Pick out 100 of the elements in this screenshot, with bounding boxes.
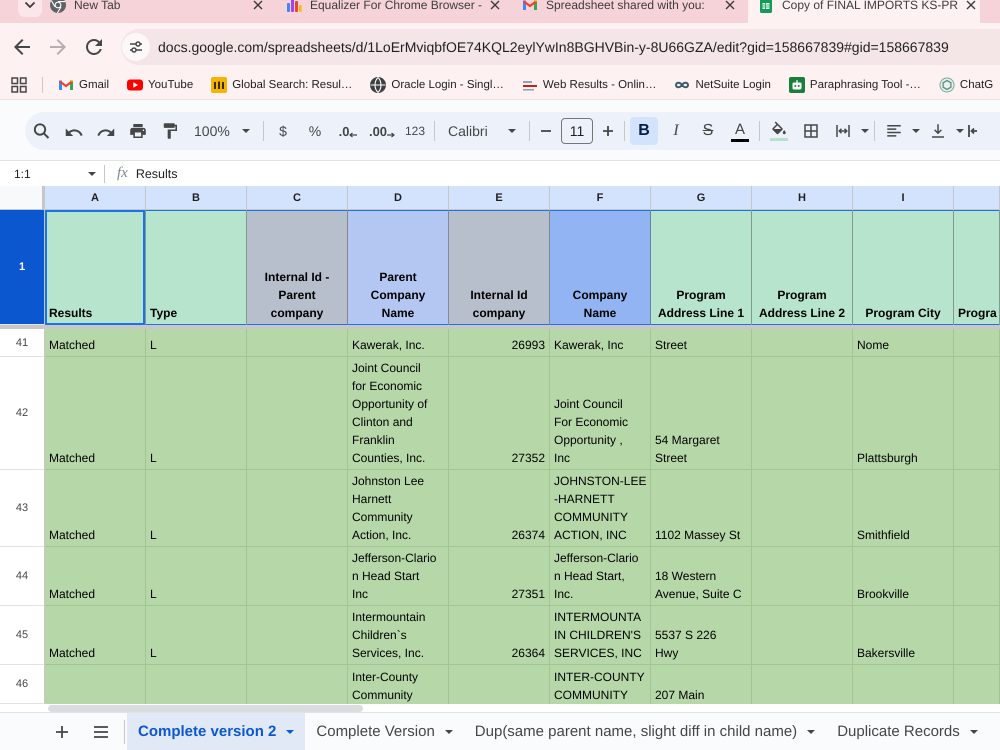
table-cell: 18 Western Avenue, Suite C (651, 547, 752, 606)
tile-icon (211, 76, 228, 92)
sheet-tab[interactable]: Complete Version (305, 713, 464, 750)
close-icon[interactable] (490, 0, 500, 10)
italic-button[interactable]: I (662, 117, 690, 145)
zoom-dropdown[interactable]: 100% (188, 117, 258, 145)
column-header[interactable]: F (550, 186, 651, 209)
column-header[interactable]: H (752, 186, 853, 209)
row-header[interactable]: 45 (0, 606, 45, 665)
column-header[interactable]: C (247, 186, 348, 209)
formula-input[interactable]: Results (136, 166, 178, 180)
caret-icon[interactable] (286, 730, 294, 734)
font-dropdown[interactable]: Calibri (440, 117, 524, 145)
close-icon[interactable] (725, 0, 735, 10)
table-cell: Bakersville (853, 606, 954, 665)
increase-decimal-button[interactable]: .00 (367, 117, 397, 145)
header-cell: Program Address Line 1 (651, 210, 752, 325)
table-cell: Matched (45, 470, 146, 547)
table-cell: INTER-COUNTY COMMUNITY (550, 665, 651, 704)
play-icon (127, 76, 144, 92)
browser-tab[interactable]: Spreadsheet shared with you: (512, 0, 744, 23)
tune-icon[interactable] (122, 32, 150, 60)
header-cell: Program City (853, 210, 954, 325)
caret-icon[interactable] (807, 730, 816, 734)
column-header[interactable]: E (449, 186, 550, 209)
table-cell: Intermountain Children`s Services, Inc. (348, 606, 449, 665)
scrollbar[interactable] (48, 704, 363, 712)
sheet-tab[interactable]: Dup(same parent name, slight diff in child name) (464, 713, 826, 750)
font-size-field[interactable]: 11 (561, 118, 593, 144)
close-icon[interactable] (253, 0, 263, 10)
caret-icon[interactable] (242, 129, 250, 133)
strikethrough-button[interactable]: S (694, 117, 722, 145)
column-header[interactable]: G (651, 186, 752, 209)
row-header[interactable]: 1 (0, 210, 45, 325)
close-icon[interactable] (966, 0, 976, 10)
currency-button[interactable]: $ (269, 117, 297, 145)
table-cell: Street (651, 329, 752, 357)
wrap-icon[interactable] (968, 122, 978, 140)
header-cell: Program Address Line 2 (752, 210, 853, 325)
bookmark-link[interactable]: Gmail (58, 76, 110, 92)
tab-list-button[interactable] (18, 0, 42, 17)
sheet-tab[interactable]: Duplicate Records (826, 713, 989, 750)
table-cell: Johnston Lee Harnett Community Action, Inc. (348, 470, 449, 547)
caret-icon[interactable] (861, 129, 869, 133)
browser-tab[interactable]: New Tab (40, 0, 272, 23)
table-cell: Matched (45, 357, 146, 470)
caret-icon[interactable] (970, 730, 978, 734)
column-header[interactable]: I (853, 186, 954, 209)
percent-button[interactable]: % (301, 117, 329, 145)
bookmark-link[interactable]: Web Results - Onlin… (522, 76, 656, 92)
table-cell: 26374 (449, 470, 550, 547)
bookmark-link[interactable]: Global Search: Resul… (211, 76, 352, 92)
table-cell: Kawerak, Inc (550, 329, 651, 357)
table-cell: Nome (853, 329, 954, 357)
header-cell: Internal Id - Parent company (247, 210, 348, 325)
browser-tab[interactable]: Equalizer For Chrome Browser - (276, 0, 508, 23)
address-bar[interactable]: docs.google.com/spreadsheets/d/1LoErMviqbfOE74KQL2eylYwIn8BGHVBin-y-8U66GZA/edit?gid=158667839#gid=158667839 (121, 28, 1000, 64)
table-cell: Jefferson-Clario n Head Start, Inc. (550, 547, 651, 606)
caret-icon[interactable] (444, 730, 453, 734)
caret-icon[interactable] (956, 129, 964, 133)
arrow-right-icon (387, 132, 396, 138)
caret-icon[interactable] (508, 129, 516, 133)
name-box[interactable]: 1:1 (8, 162, 104, 186)
decrease-decimal-button[interactable]: .0 (333, 117, 363, 145)
bookmark-link[interactable]: YouTube (127, 76, 194, 92)
bars-icon (286, 0, 302, 13)
table-cell: Plattsburgh (853, 357, 954, 470)
text-color-button[interactable]: A (726, 117, 754, 145)
number-format-button[interactable]: 123 (401, 117, 429, 145)
bookmark-link[interactable]: Oracle Login - Singl… (370, 76, 504, 92)
row-header[interactable]: 42 (0, 357, 45, 470)
formula-label: fx (117, 165, 128, 182)
table-cell: Joint Council for Economic Opportunity of Clinton and Franklin Counties, Inc. (348, 357, 449, 470)
apps-icon[interactable] (11, 76, 27, 92)
row-header[interactable]: 46 (0, 665, 45, 704)
bookmark-link[interactable]: ChatG (938, 76, 994, 92)
table-cell: Smithfield (853, 470, 954, 547)
caret-icon[interactable] (88, 172, 96, 176)
column-header[interactable]: B (146, 186, 247, 209)
header-cell: Company Name (550, 210, 651, 325)
sheet-tab[interactable]: Complete version 2 (127, 713, 306, 750)
header-cell: Progra (954, 210, 1000, 325)
table-cell: Inter-County Community (348, 665, 449, 704)
row-header[interactable]: 43 (0, 470, 45, 547)
caret-icon[interactable] (912, 129, 920, 133)
browser-tab[interactable]: Copy of FINAL IMPORTS KS-PR (748, 0, 980, 23)
row-header[interactable]: 41 (0, 329, 45, 357)
table-cell: 26993 (449, 329, 550, 357)
table-cell: Jefferson-Clario n Head Start Inc (348, 547, 449, 606)
header-cell: Internal Id company (449, 210, 550, 325)
aperture-icon (50, 0, 66, 13)
bookmark-link[interactable]: NetSuite Login (674, 76, 771, 92)
column-header[interactable]: A (45, 186, 146, 209)
column-header[interactable]: D (348, 186, 449, 209)
bookmark-link[interactable]: Paraphrasing Tool -… (788, 76, 921, 92)
bold-button[interactable]: B (630, 117, 658, 145)
table-cell: 1102 Massey St (651, 470, 752, 547)
paint-bucket-icon[interactable] (770, 121, 788, 137)
table-cell: L (146, 606, 247, 665)
row-header[interactable]: 44 (0, 547, 45, 606)
